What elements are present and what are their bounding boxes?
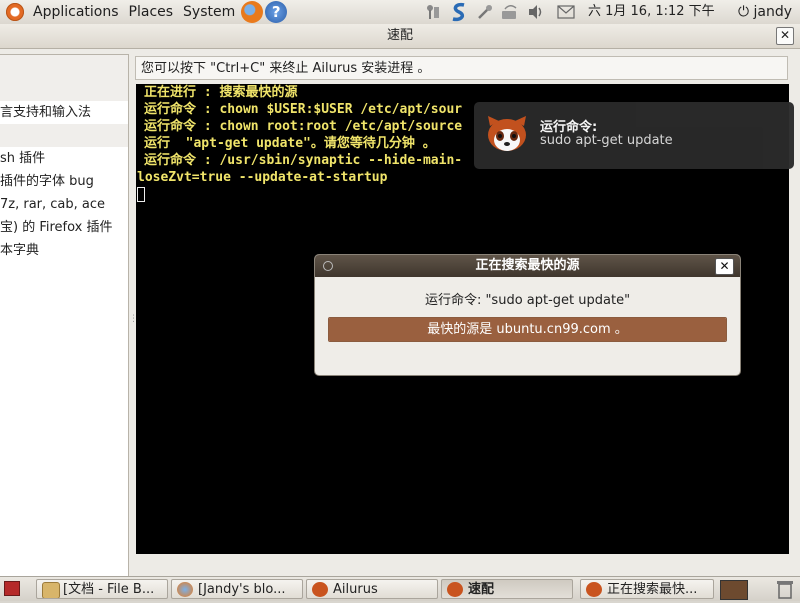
task-label: 速配 [468,582,495,597]
window-titlebar[interactable]: 速配 ✕ [0,24,800,49]
ubuntu-logo-icon [6,3,24,21]
task-label: [文档 - File B... [63,582,155,597]
list-item[interactable]: 7z, rar, cab, ace [0,193,128,216]
dialog-message: 运行命令: "sudo apt-get update" [424,293,631,308]
list-item[interactable] [0,55,128,78]
red-panda-icon [447,582,463,597]
volume-icon[interactable] [525,0,547,24]
list-item[interactable]: 插件的字体 bug [0,170,128,193]
mail-icon[interactable] [555,0,577,24]
user-name: jandy [753,4,793,20]
user-menu[interactable]: ⏻ jandy [738,0,792,24]
task-file-browser[interactable]: [文档 - File B... [36,579,168,599]
red-panda-icon [312,582,328,597]
hint-bar: 您可以按下 "Ctrl+C" 来终止 Ailurus 安装进程 。 [135,56,788,80]
notification-bubble[interactable]: 运行命令: sudo apt-get update [474,102,794,169]
list-item[interactable]: 言支持和输入法 [0,101,128,124]
terminal-cursor [137,187,145,202]
list-item[interactable]: 本字典 [0,239,128,262]
applications-menu[interactable]: Applications [28,0,124,24]
task-label: 正在搜索最快... [607,582,698,597]
network-tools-icon[interactable] [422,0,444,24]
help-launcher-icon[interactable]: ? [265,1,288,23]
task-label: Ailurus [333,582,378,597]
sync-s-icon[interactable] [448,0,470,24]
show-desktop-icon[interactable] [4,581,20,596]
list-item[interactable]: sh 插件 [0,147,128,170]
left-pane-list[interactable]: 言支持和输入法 sh 插件 插件的字体 bug 7z, rar, cab, ac… [0,54,129,580]
dialog-titlebar[interactable]: 正在搜索最快的源 ✕ [315,255,740,277]
network-status-icon[interactable] [498,0,522,24]
connection-icon[interactable] [474,0,496,24]
close-icon[interactable]: ✕ [776,27,794,45]
window-menu-icon[interactable] [323,261,333,271]
trash-icon[interactable] [776,579,794,599]
bottom-panel: [文档 - File B... [Jandy's blo... Ailurus … [0,576,800,601]
task-searching[interactable]: 正在搜索最快... [580,579,714,599]
workspace-switcher[interactable] [720,580,748,600]
task-label: [Jandy's blo... [198,582,286,597]
firefox-icon [177,582,193,597]
list-item[interactable] [0,78,128,101]
terminal-line: 正在进行 : 搜索最快的源 [144,85,298,100]
task-firefox[interactable]: [Jandy's blo... [171,579,303,599]
task-ailurus[interactable]: Ailurus [306,579,438,599]
progress-dialog: 正在搜索最快的源 ✕ 运行命令: "sudo apt-get update" 最… [314,254,741,376]
folder-icon [42,582,60,598]
list-item[interactable]: 宝) 的 Firefox 插件 [0,216,128,239]
dialog-title: 正在搜索最快的源 [475,258,580,273]
close-icon[interactable]: ✕ [715,258,734,275]
system-menu[interactable]: System [178,0,240,24]
progress-text: 最快的源是 ubuntu.cn99.com 。 [427,322,628,337]
clock[interactable]: 六 1月 16, 1:12 下午 [588,0,715,24]
task-suopei[interactable]: 速配 [441,579,573,599]
notification-body: sudo apt-get update [540,133,673,148]
progress-bar: 最快的源是 ubuntu.cn99.com 。 [328,317,727,342]
top-panel: Applications Places System ? 六 1月 16, 1:… [0,0,800,25]
red-panda-icon [586,582,602,597]
places-menu[interactable]: Places [124,0,179,24]
power-icon: ⏻ [738,4,750,20]
terminal-line: loseZvt=true --update-at-startup [137,170,388,185]
pane-resize-handle[interactable]: ⋮ [129,314,138,326]
firefox-launcher-icon[interactable] [241,1,264,23]
red-panda-icon [486,114,528,154]
window-title: 速配 [386,28,413,43]
list-item[interactable] [0,124,128,147]
